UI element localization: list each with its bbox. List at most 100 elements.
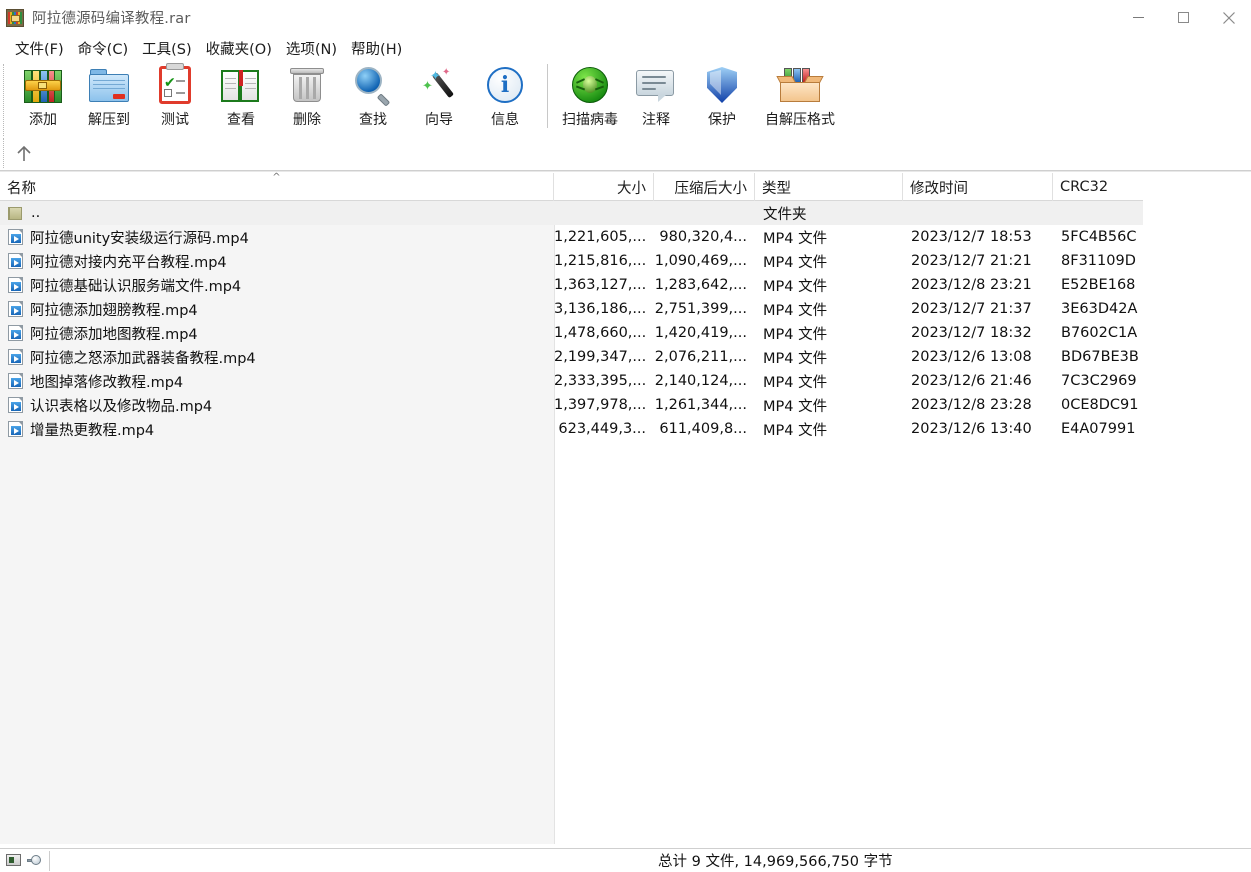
table-row[interactable]: 认识表格以及修改物品.mp4 1,397,978,... 1,261,344,.… [0,393,1143,417]
column-header-type[interactable]: 类型 [755,173,903,201]
menu-tools[interactable]: 工具(S) [135,36,199,61]
file-name-label: 认识表格以及修改物品.mp4 [30,395,212,416]
toolbar-button-view[interactable]: 查看 [208,62,274,136]
cell-crc32: 3E63D42A [1053,301,1143,317]
column-header-label: CRC32 [1060,179,1108,195]
table-row[interactable]: 阿拉德unity安装级运行源码.mp4 1,221,605,... 980,32… [0,225,1143,249]
menu-options[interactable]: 选项(N) [279,36,344,61]
drive-icon[interactable] [6,854,21,866]
cell-size: 623,449,3... [554,421,654,437]
toolbar-label: 信息 [491,109,519,129]
maximize-button[interactable] [1161,0,1206,35]
table-row[interactable]: .. 文件夹 [0,201,1143,225]
column-header-label: 类型 [762,177,791,198]
toolbar-label: 添加 [29,109,57,129]
toolbar-button-protect[interactable]: 保护 [689,62,755,136]
table-row[interactable]: 阿拉德基础认识服务端文件.mp4 1,363,127,... 1,283,642… [0,273,1143,297]
cell-name: 认识表格以及修改物品.mp4 [0,395,554,416]
column-header-label: 名称 [7,177,36,198]
cell-type: MP4 文件 [755,227,903,248]
cell-packed-size: 1,283,642,... [654,277,755,293]
cell-size: 2,333,395,... [554,373,654,389]
file-name-label: 地图掉落修改教程.mp4 [30,371,183,392]
menu-help[interactable]: 帮助(H) [344,36,409,61]
winrar-archive-icon [6,9,24,27]
table-row[interactable]: 阿拉德之怒添加武器装备教程.mp4 2,199,347,... 2,076,21… [0,345,1143,369]
cell-size: 3,136,186,... [554,301,654,317]
wizard-wand-icon: ✦ ✦ ✦ [419,65,459,105]
toolbar-separator [547,64,548,128]
cell-name: 增量热更教程.mp4 [0,419,554,440]
mp4-file-icon [8,397,23,413]
toolbar-button-add[interactable]: 添加 [10,62,76,136]
virus-scan-icon [570,65,610,105]
cell-type: MP4 文件 [755,323,903,344]
menu-commands[interactable]: 命令(C) [71,36,135,61]
column-header-packed-size[interactable]: 压缩后大小 [654,173,755,201]
column-header-size[interactable]: 大小 [554,173,654,201]
cell-modified: 2023/12/6 13:08 [903,349,1053,365]
file-list-rows: .. 文件夹 阿拉德unity安装级运行源码.mp4 1,221,605,...… [0,201,1143,441]
file-name-label: .. [31,205,40,221]
cell-size: 1,478,660,... [554,325,654,341]
cell-modified: 2023/12/7 21:21 [903,253,1053,269]
cell-name: 阿拉德基础认识服务端文件.mp4 [0,275,554,296]
sfx-box-icon [780,65,820,105]
cell-size: 1,221,605,... [554,229,654,245]
toolbar-button-test[interactable]: ✔ 测试 [142,62,208,136]
cell-packed-size: 2,140,124,... [654,373,755,389]
menu-file[interactable]: 文件(F) [8,36,71,61]
toolbar-label: 测试 [161,109,189,129]
cell-crc32: 7C3C2969 [1053,373,1143,389]
table-row[interactable]: 增量热更教程.mp4 623,449,3... 611,409,8... MP4… [0,417,1143,441]
cell-crc32: 5FC4B56C [1053,229,1143,245]
menu-favorites[interactable]: 收藏夹(O) [199,36,279,61]
cell-name: 地图掉落修改教程.mp4 [0,371,554,392]
toolbar-label: 删除 [293,109,321,129]
table-row[interactable]: 阿拉德对接内充平台教程.mp4 1,215,816,... 1,090,469,… [0,249,1143,273]
toolbar-button-scan-virus[interactable]: 扫描病毒 [557,62,623,136]
cell-type: MP4 文件 [755,251,903,272]
toolbar-button-extract-to[interactable]: 解压到 [76,62,142,136]
cell-packed-size: 2,076,211,... [654,349,755,365]
view-book-icon [221,65,261,105]
delete-trash-icon [287,65,327,105]
window-title: 阿拉德源码编译教程.rar [32,7,191,28]
cell-name: 阿拉德unity安装级运行源码.mp4 [0,227,554,248]
minimize-button[interactable] [1116,0,1161,35]
cell-size: 2,199,347,... [554,349,654,365]
cell-type: MP4 文件 [755,419,903,440]
toolbar-button-delete[interactable]: 删除 [274,62,340,136]
toolbar-button-info[interactable]: i 信息 [472,62,538,136]
toolbar-button-find[interactable]: 查找 [340,62,406,136]
key-icon[interactable] [27,855,41,865]
cell-packed-size: 980,320,4... [654,229,755,245]
toolbar-button-comment[interactable]: 注释 [623,62,689,136]
mp4-file-icon [8,349,23,365]
cell-packed-size: 611,409,8... [654,421,755,437]
column-header-label: 修改时间 [910,177,968,198]
address-bar [0,138,1251,172]
toolbar-button-sfx[interactable]: 自解压格式 [755,62,845,136]
toolbar-label: 查找 [359,109,387,129]
cell-modified: 2023/12/7 21:37 [903,301,1053,317]
cell-size: 1,397,978,... [554,397,654,413]
table-row[interactable]: 阿拉德添加翅膀教程.mp4 3,136,186,... 2,751,399,..… [0,297,1143,321]
file-name-label: 阿拉德对接内充平台教程.mp4 [30,251,227,272]
column-header-name[interactable]: 名称 ^ [0,173,554,201]
info-circle-icon: i [485,65,525,105]
mp4-file-icon [8,325,23,341]
toolbar: 添加 解压到 ✔ 测试 [0,62,1251,138]
close-button[interactable] [1206,0,1251,35]
up-arrow-icon[interactable] [10,141,38,167]
mp4-file-icon [8,373,23,389]
toolbar-button-wizard[interactable]: ✦ ✦ ✦ 向导 [406,62,472,136]
table-row[interactable]: 地图掉落修改教程.mp4 2,333,395,... 2,140,124,...… [0,369,1143,393]
cell-type: MP4 文件 [755,275,903,296]
column-header-crc32[interactable]: CRC32 [1053,173,1143,201]
mp4-file-icon [8,253,23,269]
column-header-modified[interactable]: 修改时间 [903,173,1053,201]
table-row[interactable]: 阿拉德添加地图教程.mp4 1,478,660,... 1,420,419,..… [0,321,1143,345]
toolbar-label: 自解压格式 [765,109,835,129]
title-bar: 阿拉德源码编译教程.rar [0,0,1251,35]
